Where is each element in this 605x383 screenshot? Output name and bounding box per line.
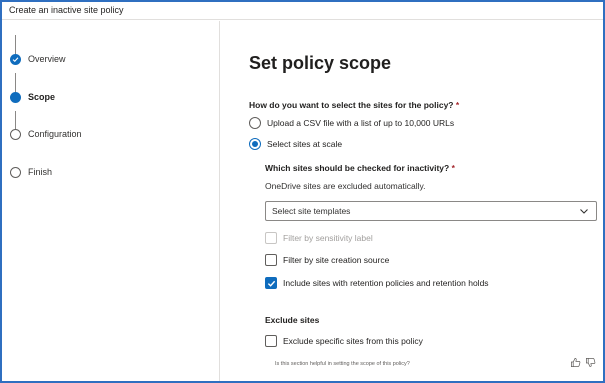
- site-templates-dropdown[interactable]: Select site templates: [265, 201, 597, 221]
- pending-step-icon: [10, 166, 21, 178]
- checkbox: [265, 232, 277, 244]
- checkbox-label: Filter by sensitivity label: [283, 233, 373, 243]
- filter-creation-source[interactable]: Filter by site creation source: [265, 254, 389, 266]
- page-title: Set policy scope: [249, 53, 392, 73]
- question-text: How do you want to select the sites for …: [249, 100, 454, 110]
- checkbox[interactable]: [265, 335, 277, 347]
- pending-step-icon: [10, 128, 21, 140]
- dialog-title: Create an inactive site policy: [9, 5, 124, 15]
- thumbs-up-icon[interactable]: [570, 357, 581, 368]
- inactivity-sites-question: Which sites should be checked for inacti…: [265, 163, 455, 173]
- checkbox-label: Include sites with retention policies an…: [283, 278, 489, 288]
- dialog-header: Create an inactive site policy: [2, 2, 603, 20]
- step-label: Scope: [28, 92, 56, 102]
- radio-button[interactable]: [249, 117, 261, 129]
- checkbox-label: Filter by site creation source: [283, 255, 390, 265]
- radio-upload-csv[interactable]: Upload a CSV file with a list of up to 1…: [249, 117, 454, 129]
- exclude-sites-heading: Exclude sites: [265, 315, 320, 325]
- radio-label: Upload a CSV file with a list of up to 1…: [267, 118, 455, 128]
- current-step-icon: [10, 91, 21, 103]
- filter-sensitivity-label: Filter by sensitivity label: [265, 232, 373, 244]
- step-configuration[interactable]: Configuration: [10, 128, 82, 140]
- dialog-window: Create an inactive site policy Overview …: [0, 0, 605, 383]
- dropdown-placeholder: Select site templates: [272, 206, 351, 216]
- step-label: Finish: [28, 167, 53, 177]
- step-label: Overview: [28, 54, 66, 64]
- checkbox[interactable]: [265, 277, 277, 289]
- include-retention-sites[interactable]: Include sites with retention policies an…: [265, 277, 489, 289]
- thumbs-down-icon[interactable]: [585, 357, 596, 368]
- step-label: Configuration: [28, 129, 82, 139]
- step-overview[interactable]: Overview: [10, 53, 66, 65]
- onedrive-note: OneDrive sites are excluded automaticall…: [265, 181, 426, 191]
- wizard-steps: Overview Scope Configuration Finish: [2, 21, 220, 381]
- radio-select-at-scale[interactable]: Select sites at scale: [249, 138, 342, 150]
- chevron-down-icon: [580, 209, 588, 214]
- radio-label: Select sites at scale: [267, 139, 343, 149]
- check-icon: [267, 280, 275, 287]
- check-icon: [10, 53, 21, 65]
- main-panel: Set policy scope How do you want to sele…: [221, 21, 603, 381]
- site-selection-question: How do you want to select the sites for …: [249, 100, 459, 110]
- question-text: Which sites should be checked for inacti…: [265, 163, 450, 173]
- required-mark: *: [451, 163, 455, 173]
- exclude-specific-sites[interactable]: Exclude specific sites from this policy: [265, 335, 423, 347]
- radio-button[interactable]: [249, 138, 261, 150]
- checkbox-label: Exclude specific sites from this policy: [283, 336, 423, 346]
- step-finish[interactable]: Finish: [10, 166, 52, 178]
- step-scope[interactable]: Scope: [10, 91, 55, 103]
- feedback-question: Is this section helpful in setting the s…: [275, 361, 410, 367]
- checkbox[interactable]: [265, 254, 277, 266]
- required-mark: *: [455, 100, 460, 110]
